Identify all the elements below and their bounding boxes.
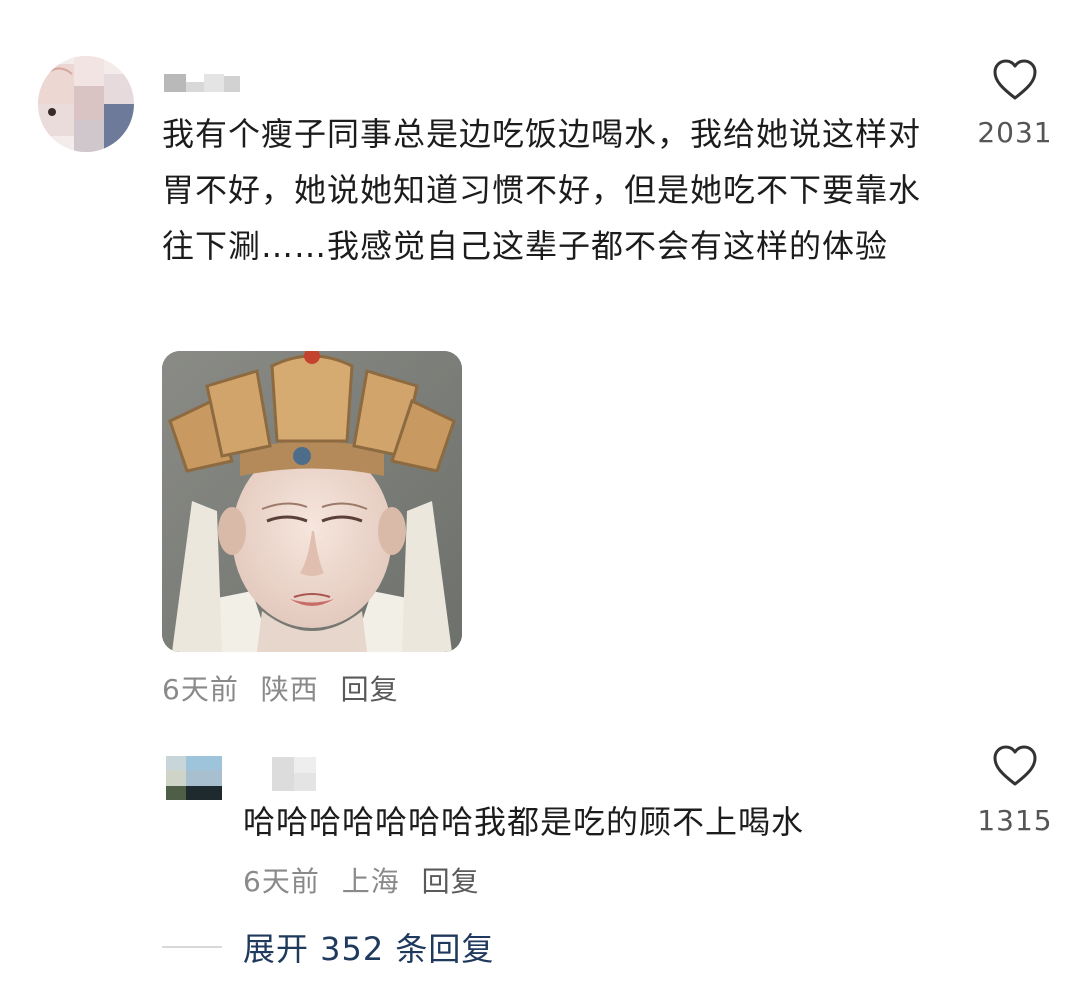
like-count: 2031 (977, 116, 1053, 149)
reply-like-count: 1315 (977, 804, 1053, 837)
reply-text: 哈哈哈哈哈哈哈我都是吃的顾不上喝水 (243, 803, 805, 841)
heart-outline-icon (993, 59, 1037, 100)
reply-time: 6天前 (243, 865, 320, 898)
heart-outline-icon (993, 745, 1037, 786)
avatar-pixelated-icon (38, 56, 134, 152)
username-redacted[interactable] (164, 72, 244, 94)
avatar[interactable] (38, 56, 134, 152)
comment-time: 6天前 (162, 673, 239, 706)
comment-text: 我有个瘦子同事总是边吃饭边喝水，我给她说这样对胃不好，她说她知道习惯不好，但是她… (162, 115, 922, 265)
reply-reply-button[interactable]: 回复 (422, 865, 480, 898)
username-pixelated-icon (272, 757, 316, 791)
reply-button[interactable]: 回复 (341, 673, 399, 706)
expand-replies-button[interactable]: 展开 352 条回复 (243, 924, 494, 970)
avatar-pixelated-icon (166, 756, 222, 800)
username-pixelated-icon (164, 74, 240, 92)
comment-image[interactable] (162, 351, 462, 652)
reply-avatar[interactable] (166, 756, 222, 800)
comment-location: 陕西 (260, 673, 319, 706)
reply-location: 上海 (341, 865, 400, 898)
reply-meta: 6天前 上海 回复 (243, 860, 492, 900)
bodhisattva-statue-image (162, 351, 462, 652)
comment-meta: 6天前 陕西 回复 (162, 668, 411, 708)
expand-divider (162, 946, 222, 948)
like-button[interactable]: 2031 (970, 58, 1060, 149)
reply-like-button[interactable]: 1315 (970, 744, 1060, 837)
reply-username-redacted[interactable] (272, 757, 316, 791)
